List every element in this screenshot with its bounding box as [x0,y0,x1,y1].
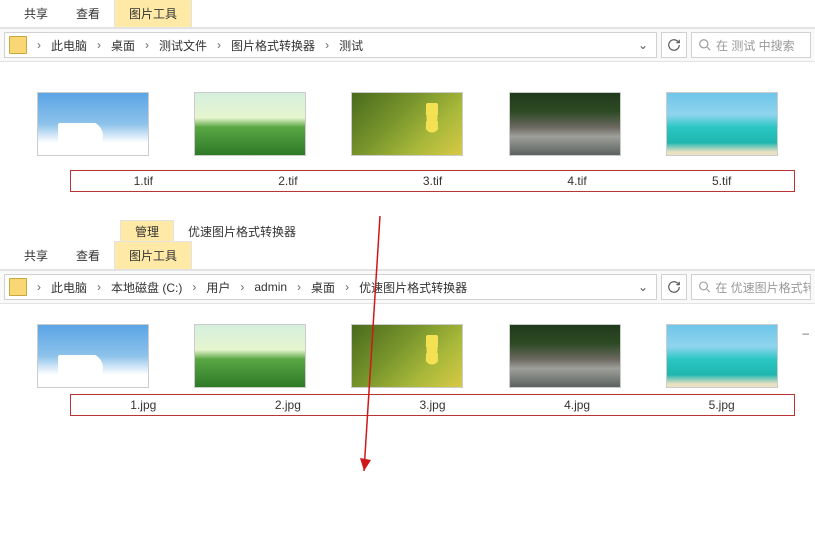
explorer-window-bottom: 管理 优速图片格式转换器 共享 查看 图片工具 › 此电脑 › 本地磁盘 (C:… [0,222,815,416]
bottom-menubar: 共享 查看 图片工具 [0,242,815,270]
file-thumbnail [666,324,778,388]
window-title: 优速图片格式转换器 [174,221,310,242]
menubar-share[interactable]: 共享 [10,0,62,27]
file-thumbnail [194,324,306,388]
file-item[interactable] [342,324,472,388]
chevron-right-icon[interactable]: › [211,38,227,52]
file-item[interactable] [500,324,630,388]
search-icon [698,38,712,52]
file-name[interactable]: 5.tif [657,174,787,188]
file-thumbnail [509,92,621,156]
address-bar[interactable]: › 此电脑 › 本地磁盘 (C:) › 用户 › admin › 桌面 › 优速… [4,274,657,300]
file-name[interactable]: 4.jpg [512,398,642,412]
chevron-right-icon[interactable]: › [291,280,307,294]
refresh-icon [667,38,681,52]
file-name[interactable]: 3.jpg [367,398,497,412]
breadcrumb-item[interactable]: 测试 [335,37,367,54]
file-item[interactable] [500,92,630,156]
breadcrumb-item[interactable]: 本地磁盘 (C:) [107,279,186,296]
search-placeholder: 在 测试 中搜索 [716,37,795,54]
chevron-right-icon[interactable]: › [234,280,250,294]
filename-highlight-box: 1.tif 2.tif 3.tif 4.tif 5.tif [70,170,795,192]
breadcrumb-item[interactable]: 此电脑 [47,279,91,296]
contextual-tab-category[interactable]: 管理 [120,220,174,242]
search-box[interactable]: 在 测试 中搜索 [691,32,811,58]
file-list [0,304,815,390]
menubar-share[interactable]: 共享 [10,242,62,269]
address-bar-row: › 此电脑 › 本地磁盘 (C:) › 用户 › admin › 桌面 › 优速… [0,270,815,304]
breadcrumb-item[interactable]: 桌面 [307,279,339,296]
chevron-right-icon[interactable]: › [91,280,107,294]
file-name[interactable]: 4.tif [512,174,642,188]
explorer-window-top: 共享 查看 图片工具 › 此电脑 › 桌面 › 测试文件 › 图片格式转换器 ›… [0,0,815,192]
search-placeholder: 在 优速图片格式转 [715,279,810,296]
chevron-right-icon[interactable]: › [319,38,335,52]
chevron-right-icon[interactable]: › [31,280,47,294]
chevron-right-icon[interactable]: › [31,38,47,52]
file-name[interactable]: 1.jpg [78,398,208,412]
file-name[interactable]: 2.jpg [223,398,353,412]
file-item[interactable] [185,92,315,156]
file-item[interactable] [657,324,787,388]
breadcrumb-item[interactable]: 测试文件 [155,37,211,54]
menubar-picture-tools[interactable]: 图片工具 [114,241,192,269]
breadcrumb-item[interactable]: 桌面 [107,37,139,54]
chevron-right-icon[interactable]: › [139,38,155,52]
folder-icon [9,36,27,54]
file-name[interactable]: 2.tif [223,174,353,188]
file-name[interactable]: 3.tif [367,174,497,188]
chevron-down-icon[interactable]: ⌄ [630,280,656,294]
breadcrumb-item[interactable]: admin [250,280,291,294]
file-thumbnail [37,92,149,156]
file-thumbnail [666,92,778,156]
file-thumbnail [37,324,149,388]
menubar-view[interactable]: 查看 [62,242,114,269]
address-bar-row: › 此电脑 › 桌面 › 测试文件 › 图片格式转换器 › 测试 ⌄ 在 测试 … [0,28,815,62]
address-bar[interactable]: › 此电脑 › 桌面 › 测试文件 › 图片格式转换器 › 测试 ⌄ [4,32,657,58]
top-menubar: 共享 查看 图片工具 [0,0,815,28]
file-item[interactable] [28,92,158,156]
breadcrumb-item[interactable]: 用户 [202,279,234,296]
breadcrumb-item[interactable]: 图片格式转换器 [227,37,319,54]
menubar-view[interactable]: 查看 [62,0,114,27]
file-thumbnail [351,324,463,388]
chevron-right-icon[interactable]: › [186,280,202,294]
file-name[interactable]: 5.jpg [657,398,787,412]
file-list [0,62,815,166]
refresh-icon [667,280,681,294]
file-thumbnail [509,324,621,388]
file-name[interactable]: 1.tif [78,174,208,188]
file-item[interactable] [342,92,472,156]
refresh-button[interactable] [661,274,687,300]
file-thumbnail [194,92,306,156]
search-icon [698,280,711,294]
breadcrumb-item[interactable]: 优速图片格式转换器 [355,279,471,296]
breadcrumb-item[interactable]: 此电脑 [47,37,91,54]
contextual-tab-header: 管理 优速图片格式转换器 [0,222,815,242]
chevron-right-icon[interactable]: › [91,38,107,52]
chevron-right-icon[interactable]: › [339,280,355,294]
file-item[interactable] [185,324,315,388]
chevron-down-icon[interactable]: ⌄ [630,38,656,52]
refresh-button[interactable] [661,32,687,58]
folder-icon [9,278,27,296]
file-item[interactable] [28,324,158,388]
file-thumbnail [351,92,463,156]
filename-highlight-box: 1.jpg 2.jpg 3.jpg 4.jpg 5.jpg [70,394,795,416]
search-box[interactable]: 在 优速图片格式转 [691,274,811,300]
file-item[interactable] [657,92,787,156]
menubar-picture-tools[interactable]: 图片工具 [114,0,192,27]
